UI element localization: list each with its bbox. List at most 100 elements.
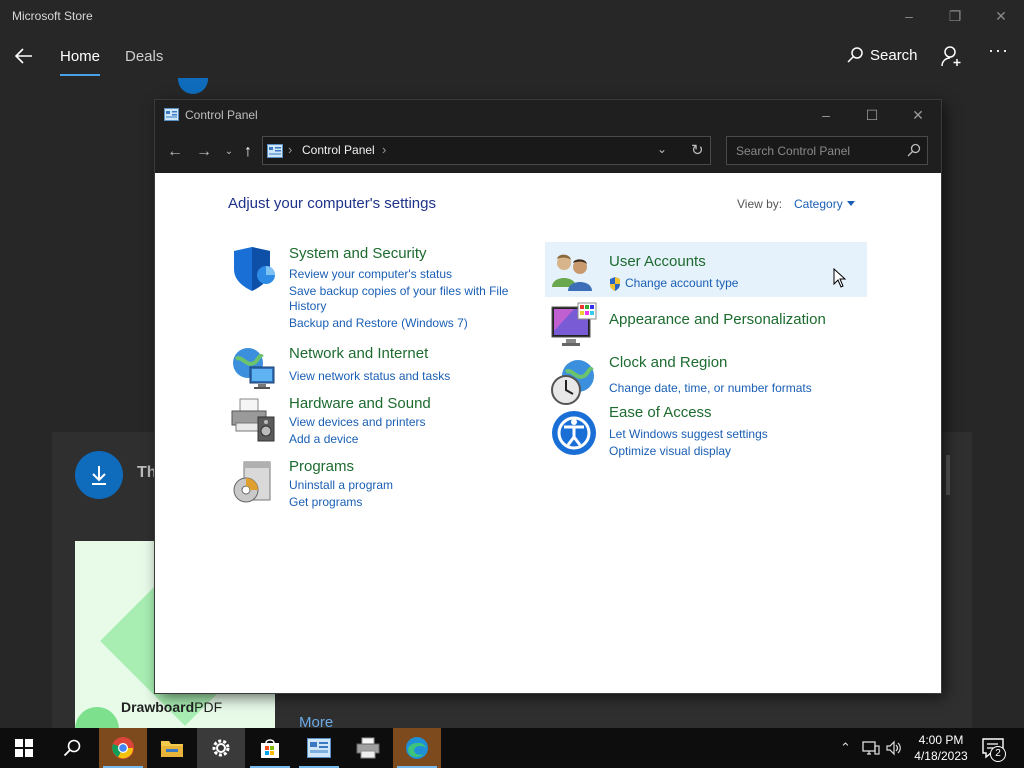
control-panel-icon [164,108,179,121]
view-by-dropdown[interactable]: Category [794,197,843,211]
taskbar-file-explorer[interactable] [148,728,196,768]
users-icon[interactable] [550,249,598,297]
link-devices-printers[interactable]: View devices and printers [289,415,426,429]
search-icon [847,47,863,63]
breadcrumb-separator-icon[interactable]: › [382,142,386,157]
store-close-button[interactable]: ✕ [978,4,1024,28]
ease-of-access-icon[interactable] [550,409,598,457]
view-by-caret-icon[interactable] [847,201,855,206]
tab-home[interactable]: Home [60,48,100,65]
control-panel-window: Control Panel – ☐ ✕ ← → ⌄ ↑ › Control Pa… [155,100,941,693]
globe-network-icon[interactable] [230,345,278,393]
settings-icon [212,739,230,757]
store-window-title: Microsoft Store [12,9,93,23]
view-by-label: View by: [737,197,783,211]
link-review-status[interactable]: Review your computer's status [289,267,452,281]
mouse-cursor-icon [833,268,847,288]
uac-shield-icon [610,277,620,291]
start-button[interactable] [0,728,48,768]
store-search-button[interactable]: Search [846,46,918,64]
taskbar-store[interactable] [246,728,294,768]
title-bar[interactable]: Control Panel – ☐ ✕ [155,100,941,130]
link-change-account-type[interactable]: Change account type [625,276,738,290]
taskbar-printer[interactable] [344,728,392,768]
category-title[interactable]: Hardware and Sound [289,395,431,412]
taskbar: ⌃ 4:00 PM 4/18/2023 2 [0,728,1024,768]
category-title[interactable]: User Accounts [609,253,706,270]
search-control-panel-input[interactable]: Search Control Panel [726,136,928,165]
category-title[interactable]: Appearance and Personalization [609,311,826,328]
category-title[interactable]: System and Security [289,245,427,262]
link-get-programs[interactable]: Get programs [289,495,362,509]
address-dropdown-chevron-icon[interactable]: ⌄ [657,142,667,156]
search-icon [63,739,81,757]
maximize-button[interactable]: ☐ [849,100,895,130]
link-backup-restore[interactable]: Backup and Restore (Windows 7) [289,316,468,330]
store-restore-button[interactable]: ❐ [932,4,978,28]
link-file-history-cont[interactable]: History [289,299,326,313]
store-minimize-button[interactable]: – [886,4,932,28]
up-arrow-icon[interactable]: ↑ [238,142,258,162]
store-nav-bar: Home Deals Search ··· [0,36,1024,78]
page-heading: Adjust your computer's settings [228,195,436,212]
file-explorer-icon [161,741,183,757]
window-title: Control Panel [185,108,258,122]
store-scrollbar[interactable] [946,455,950,495]
taskbar-clock[interactable]: 4:00 PM 4/18/2023 [905,732,977,764]
taskbar-search-button[interactable] [48,728,96,768]
programs-disc-icon[interactable] [230,458,278,506]
link-uninstall-program[interactable]: Uninstall a program [289,478,393,492]
recent-locations-chevron-icon[interactable]: ⌄ [219,142,239,162]
search-icon[interactable] [907,143,921,157]
link-change-date-time[interactable]: Change date, time, or number formats [609,381,812,395]
clock-globe-icon[interactable] [550,358,598,406]
address-bar[interactable]: › Control Panel › ⌄ ↻ [262,136,711,165]
taskbar-edge[interactable] [393,728,441,768]
monitor-palette-icon[interactable] [550,301,598,349]
account-icon[interactable] [940,44,964,68]
category-title[interactable]: Clock and Region [609,354,727,371]
store-badge-partial [178,78,208,94]
edge-icon [406,737,428,759]
refresh-icon[interactable]: ↻ [691,141,704,159]
category-title[interactable]: Ease of Access [609,404,712,421]
network-icon[interactable] [862,740,880,756]
link-optimize-visual-display[interactable]: Optimize visual display [609,444,731,458]
store-search-label: Search [870,46,918,64]
shield-icon[interactable] [230,245,278,293]
store-icon [261,739,279,758]
link-network-status[interactable]: View network status and tasks [289,369,450,383]
windows-start-icon [15,739,33,757]
category-title[interactable]: Programs [289,458,354,475]
download-icon [92,466,106,485]
printer-speaker-icon[interactable] [230,395,278,443]
link-suggest-settings[interactable]: Let Windows suggest settings [609,427,768,441]
store-section-title: Th [137,464,157,481]
chrome-icon [112,737,134,759]
tab-deals[interactable]: Deals [125,48,163,65]
breadcrumb-control-panel[interactable]: Control Panel [302,143,375,157]
show-hidden-icons-chevron-icon[interactable]: ⌃ [840,740,851,756]
forward-arrow-icon[interactable]: → [194,142,214,162]
store-more-button[interactable]: ··· [988,40,1009,61]
breadcrumb-separator-icon[interactable]: › [288,142,292,157]
control-panel-icon [307,738,331,758]
taskbar-control-panel[interactable] [295,728,343,768]
download-button[interactable] [75,451,123,499]
volume-icon[interactable] [885,740,901,756]
app-card-label: DrawboardPDF [121,699,223,715]
taskbar-chrome[interactable] [99,728,147,768]
back-arrow-icon[interactable] [12,44,36,68]
taskbar-settings[interactable] [197,728,245,768]
category-title[interactable]: Network and Internet [289,345,428,362]
navigation-toolbar: ← → ⌄ ↑ › Control Panel › ⌄ ↻ Search Con… [155,130,941,173]
close-button[interactable]: ✕ [895,100,941,130]
clock-time: 4:00 PM [918,733,964,747]
link-add-device[interactable]: Add a device [289,432,358,446]
back-arrow-icon[interactable]: ← [165,142,185,162]
minimize-button[interactable]: – [803,100,849,130]
tab-home-indicator [60,74,100,76]
link-file-history[interactable]: Save backup copies of your files with Fi… [289,284,508,298]
control-panel-icon [267,144,283,158]
control-panel-content: Adjust your computer's settings View by:… [155,173,941,693]
